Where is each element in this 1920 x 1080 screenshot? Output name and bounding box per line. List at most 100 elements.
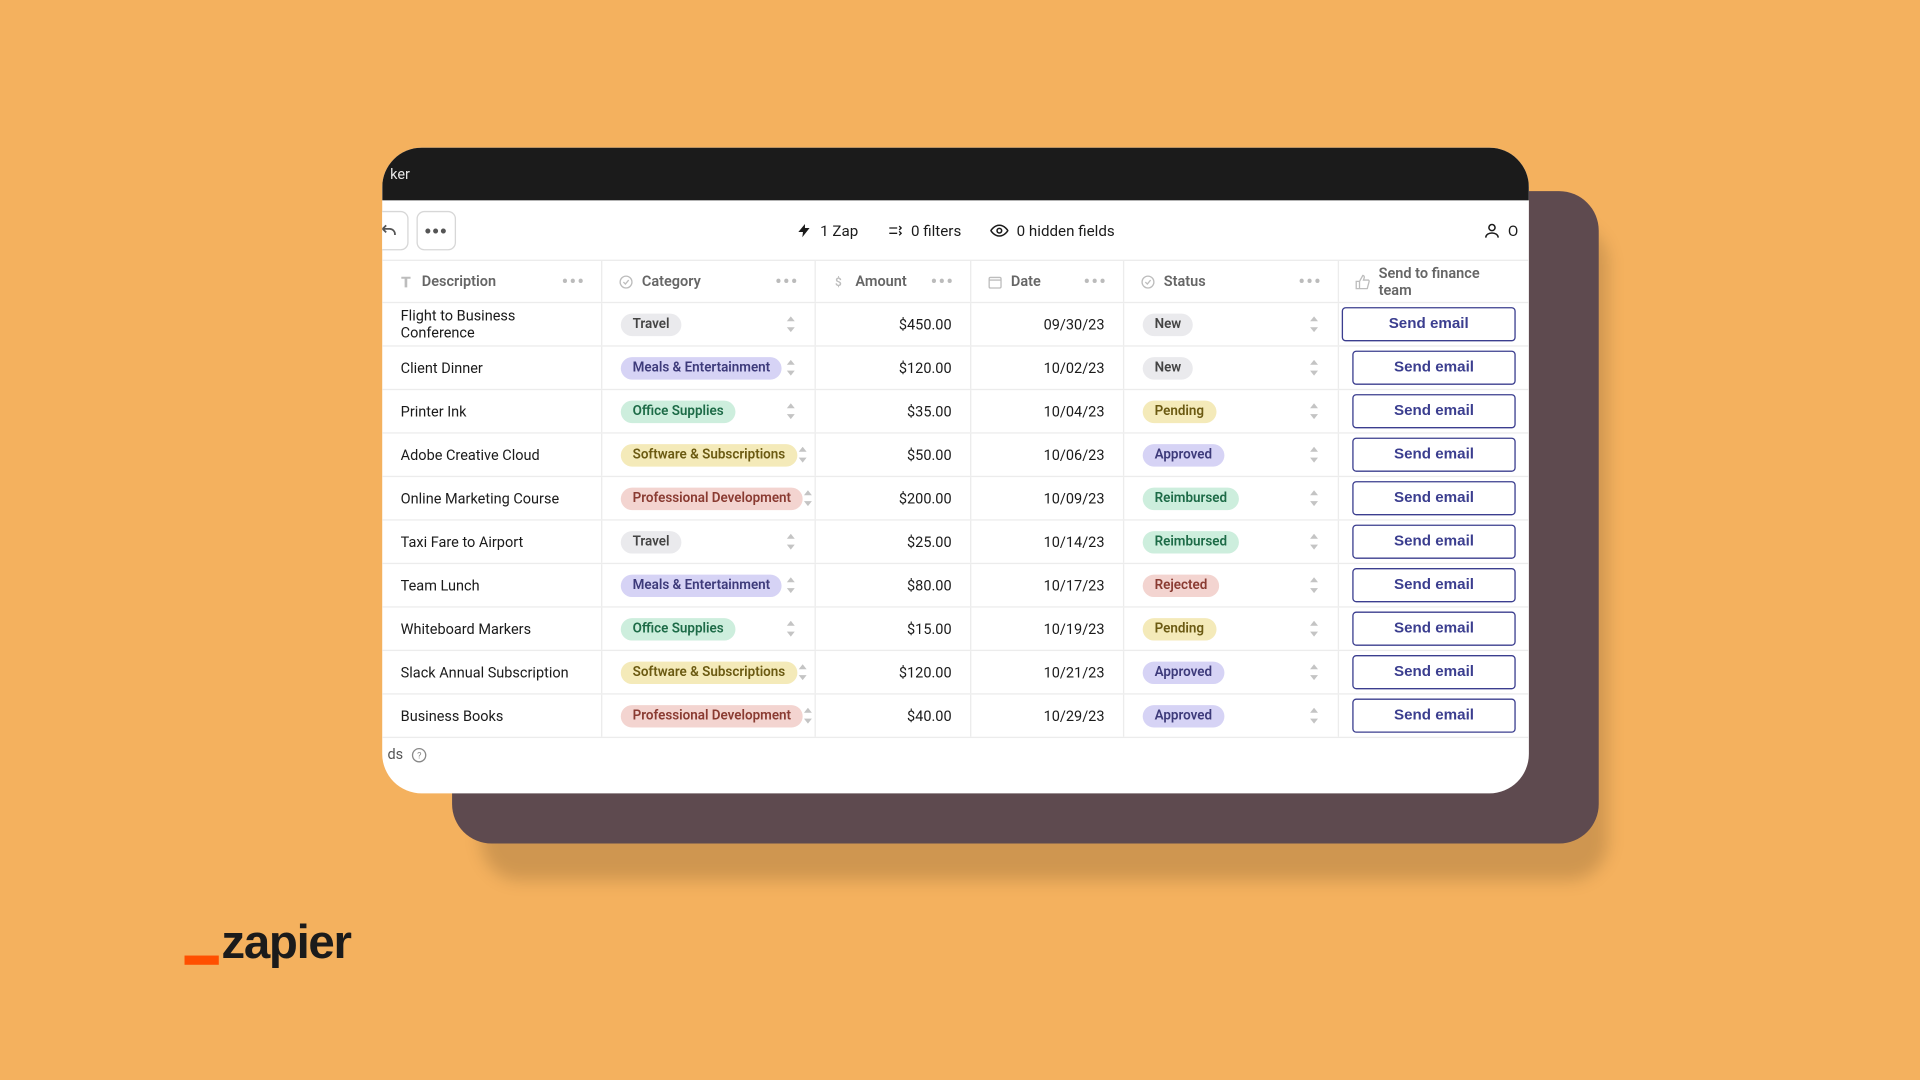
send-email-button[interactable]: Send email — [1352, 568, 1515, 602]
cell-description[interactable]: Taxi Fare to Airport — [382, 521, 602, 563]
cell-amount[interactable]: $120.00 — [816, 651, 972, 693]
cell-description[interactable]: Printer Ink — [382, 390, 602, 432]
sort-icon[interactable] — [797, 664, 808, 680]
cell-date[interactable]: 10/17/23 — [971, 564, 1124, 606]
cell-description[interactable]: Business Books — [382, 695, 602, 737]
sort-icon[interactable] — [786, 360, 797, 376]
header-send[interactable]: Send to finance team — [1339, 261, 1529, 302]
cell-date[interactable]: 10/19/23 — [971, 608, 1124, 650]
sort-icon[interactable] — [1309, 403, 1320, 419]
cell-status[interactable]: New — [1124, 347, 1339, 389]
send-email-button[interactable]: Send email — [1352, 394, 1515, 428]
sort-icon[interactable] — [1309, 534, 1320, 550]
table-row[interactable]: Adobe Creative CloudSoftware & Subscript… — [382, 434, 1529, 477]
cell-description[interactable]: Whiteboard Markers — [382, 608, 602, 650]
table-row[interactable]: Slack Annual SubscriptionSoftware & Subs… — [382, 651, 1529, 694]
cell-description[interactable]: Slack Annual Subscription — [382, 651, 602, 693]
cell-amount[interactable]: $450.00 — [816, 303, 972, 345]
cell-category[interactable]: Office Supplies — [602, 390, 816, 432]
sort-icon[interactable] — [786, 534, 797, 550]
cell-amount[interactable]: $50.00 — [816, 434, 972, 476]
send-email-button[interactable]: Send email — [1342, 307, 1516, 341]
cell-category[interactable]: Software & Subscriptions — [602, 434, 816, 476]
sort-icon[interactable] — [1309, 708, 1320, 724]
table-row[interactable]: Business BooksProfessional Development$4… — [382, 695, 1529, 738]
cell-description[interactable]: Team Lunch — [382, 564, 602, 606]
header-more-icon[interactable]: ••• — [1084, 271, 1108, 292]
header-status[interactable]: Status ••• — [1124, 261, 1339, 302]
send-email-button[interactable]: Send email — [1352, 438, 1515, 472]
cell-status[interactable]: New — [1124, 303, 1339, 345]
cell-category[interactable]: Travel — [602, 521, 816, 563]
header-more-icon[interactable]: ••• — [1298, 271, 1322, 292]
cell-amount[interactable]: $80.00 — [816, 564, 972, 606]
sort-icon[interactable] — [803, 490, 814, 506]
table-row[interactable]: Online Marketing CourseProfessional Deve… — [382, 477, 1529, 520]
cell-date[interactable]: 10/06/23 — [971, 434, 1124, 476]
send-email-button[interactable]: Send email — [1352, 481, 1515, 515]
header-more-icon[interactable]: ••• — [931, 271, 955, 292]
cell-amount[interactable]: $25.00 — [816, 521, 972, 563]
user-icon[interactable] — [1483, 221, 1501, 239]
table-row[interactable]: Whiteboard MarkersOffice Supplies$15.001… — [382, 608, 1529, 651]
cell-category[interactable]: Office Supplies — [602, 608, 816, 650]
help-icon[interactable]: ? — [411, 747, 427, 763]
cell-status[interactable]: Rejected — [1124, 564, 1339, 606]
cell-date[interactable]: 10/14/23 — [971, 521, 1124, 563]
table-row[interactable]: Flight to Business ConferenceTravel$450.… — [382, 303, 1529, 346]
send-email-button[interactable]: Send email — [1352, 351, 1515, 385]
cell-category[interactable]: Meals & Entertainment — [602, 564, 816, 606]
cell-description[interactable]: Online Marketing Course — [382, 477, 602, 519]
cell-category[interactable]: Travel — [602, 303, 816, 345]
cell-amount[interactable]: $120.00 — [816, 347, 972, 389]
sort-icon[interactable] — [786, 621, 797, 637]
cell-description[interactable]: Adobe Creative Cloud — [382, 434, 602, 476]
cell-description[interactable]: Flight to Business Conference — [382, 303, 602, 345]
cell-category[interactable]: Professional Development — [602, 695, 816, 737]
cell-status[interactable]: Reimbursed — [1124, 477, 1339, 519]
cell-status[interactable]: Approved — [1124, 434, 1339, 476]
cell-amount[interactable]: $200.00 — [816, 477, 972, 519]
more-button[interactable]: ••• — [416, 210, 456, 250]
cell-amount[interactable]: $40.00 — [816, 695, 972, 737]
table-row[interactable]: Taxi Fare to AirportTravel$25.0010/14/23… — [382, 521, 1529, 564]
sort-icon[interactable] — [1309, 490, 1320, 506]
sort-icon[interactable] — [1309, 577, 1320, 593]
table-row[interactable]: Team LunchMeals & Entertainment$80.0010/… — [382, 564, 1529, 607]
sort-icon[interactable] — [803, 708, 814, 724]
cell-date[interactable]: 10/09/23 — [971, 477, 1124, 519]
header-more-icon[interactable]: ••• — [775, 271, 799, 292]
sort-icon[interactable] — [786, 403, 797, 419]
undo-button[interactable] — [382, 210, 408, 250]
cell-date[interactable]: 10/21/23 — [971, 651, 1124, 693]
cell-status[interactable]: Approved — [1124, 651, 1339, 693]
header-more-icon[interactable]: ••• — [562, 271, 586, 292]
header-category[interactable]: Category ••• — [602, 261, 816, 302]
sort-icon[interactable] — [1309, 360, 1320, 376]
sort-icon[interactable] — [786, 577, 797, 593]
table-row[interactable]: Client DinnerMeals & Entertainment$120.0… — [382, 347, 1529, 390]
send-email-button[interactable]: Send email — [1352, 699, 1515, 733]
sort-icon[interactable] — [1309, 447, 1320, 463]
send-email-button[interactable]: Send email — [1352, 525, 1515, 559]
cell-date[interactable]: 10/29/23 — [971, 695, 1124, 737]
cell-status[interactable]: Pending — [1124, 608, 1339, 650]
sort-icon[interactable] — [786, 316, 797, 332]
filters-button[interactable]: 0 filters — [887, 221, 961, 239]
cell-date[interactable]: 10/04/23 — [971, 390, 1124, 432]
cell-status[interactable]: Approved — [1124, 695, 1339, 737]
cell-category[interactable]: Meals & Entertainment — [602, 347, 816, 389]
cell-date[interactable]: 09/30/23 — [971, 303, 1124, 345]
cell-amount[interactable]: $35.00 — [816, 390, 972, 432]
cell-category[interactable]: Professional Development — [602, 477, 816, 519]
sort-icon[interactable] — [797, 447, 808, 463]
cell-amount[interactable]: $15.00 — [816, 608, 972, 650]
cell-description[interactable]: Client Dinner — [382, 347, 602, 389]
zap-indicator[interactable]: 1 Zap — [796, 221, 858, 239]
cell-date[interactable]: 10/02/23 — [971, 347, 1124, 389]
sort-icon[interactable] — [1309, 621, 1320, 637]
header-amount[interactable]: $ Amount ••• — [816, 261, 972, 302]
send-email-button[interactable]: Send email — [1352, 655, 1515, 689]
hidden-fields-button[interactable]: 0 hidden fields — [990, 221, 1114, 239]
send-email-button[interactable]: Send email — [1352, 612, 1515, 646]
